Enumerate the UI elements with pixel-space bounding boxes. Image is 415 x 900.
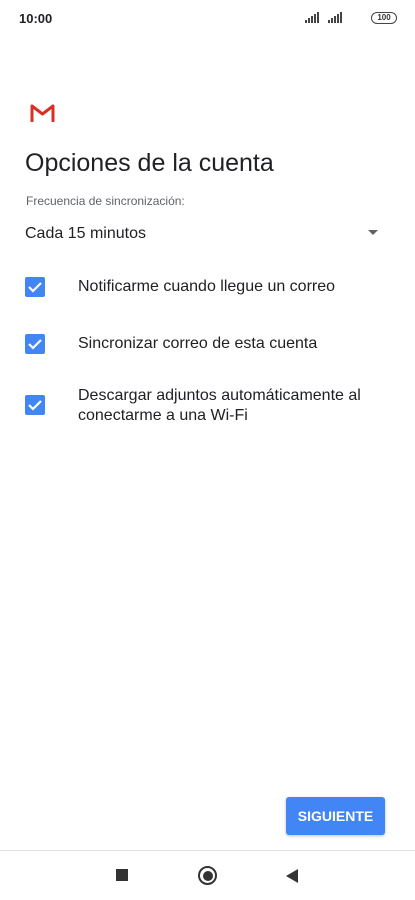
page-title: Opciones de la cuenta <box>25 149 274 177</box>
dropdown-arrow-icon <box>368 230 378 235</box>
gmail-icon <box>30 104 55 122</box>
signal-icon <box>328 12 344 23</box>
checkbox-checked-icon[interactable] <box>25 395 45 415</box>
battery-icon: 100 <box>371 12 397 24</box>
recent-apps-icon[interactable] <box>116 869 128 881</box>
home-icon[interactable] <box>198 866 217 885</box>
sync-frequency-value: Cada 15 minutos <box>25 225 146 242</box>
option-notify-label: Notificarme cuando llegue un correo <box>78 278 336 295</box>
navigation-bar <box>0 850 415 900</box>
signal-icon <box>305 12 321 23</box>
sync-frequency-select[interactable]: Cada 15 minutos <box>25 218 390 248</box>
sync-frequency-label: Frecuencia de sincronización: <box>26 194 185 208</box>
option-download-attachments-label: Descargar adjuntos automáticamente al co… <box>78 387 361 424</box>
next-button[interactable]: SIGUIENTE <box>286 797 385 835</box>
status-bar: 10:00 100 <box>0 0 415 36</box>
status-time: 10:00 <box>19 11 53 26</box>
back-icon[interactable] <box>286 869 298 883</box>
option-sync-label: Sincronizar correo de esta cuenta <box>78 335 318 352</box>
checkbox-checked-icon[interactable] <box>25 334 45 354</box>
checkbox-checked-icon[interactable] <box>25 277 45 297</box>
